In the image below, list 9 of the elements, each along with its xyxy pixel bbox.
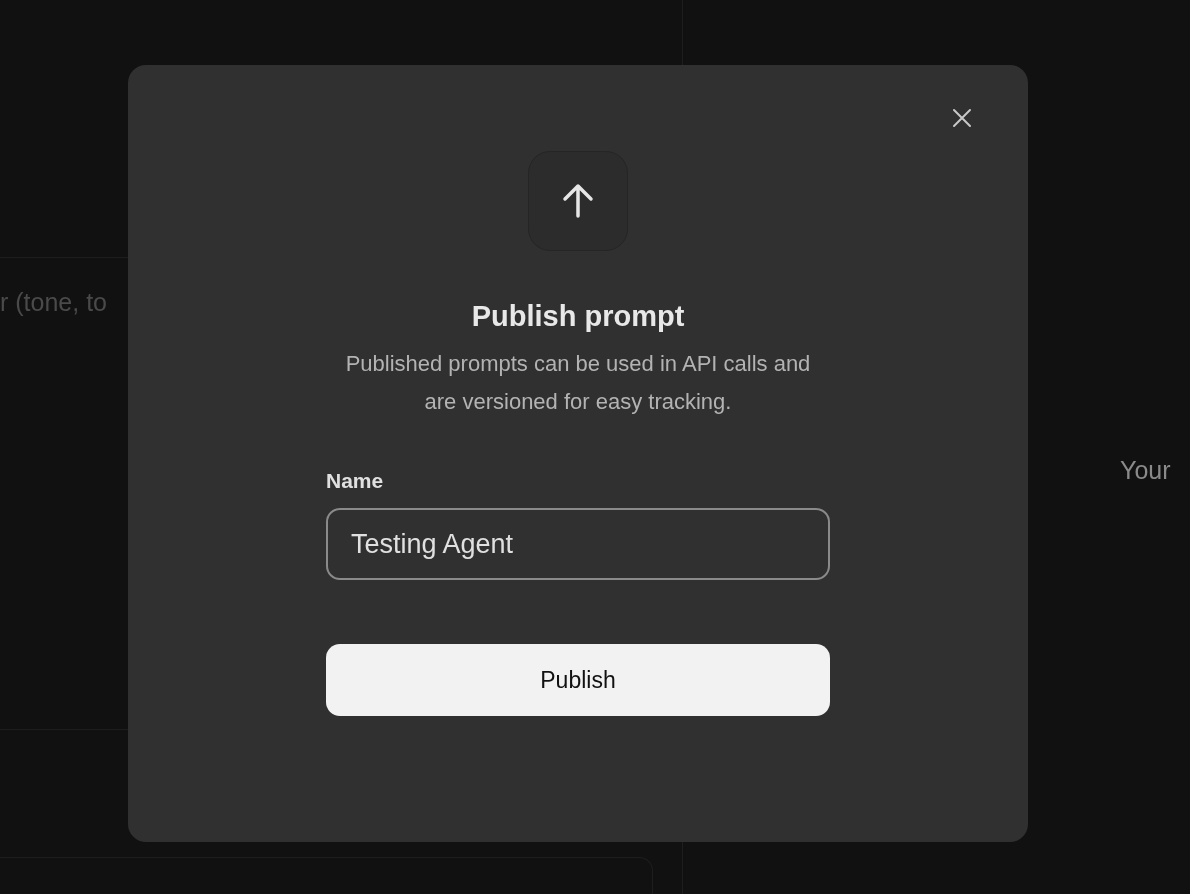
placeholder-text: r (tone, to xyxy=(0,288,107,316)
name-field[interactable]: Testing Agent xyxy=(326,508,830,580)
publish-button[interactable]: Publish xyxy=(326,644,830,716)
dialog-description: Published prompts can be used in API calls and are versioned for easy tracking. xyxy=(344,349,812,416)
dialog-title: Publish prompt xyxy=(471,299,685,334)
placeholder-text: Your xyxy=(1120,456,1171,484)
arrow-up-icon xyxy=(562,183,594,219)
field-label: Name xyxy=(326,467,385,494)
close-icon xyxy=(951,106,973,129)
